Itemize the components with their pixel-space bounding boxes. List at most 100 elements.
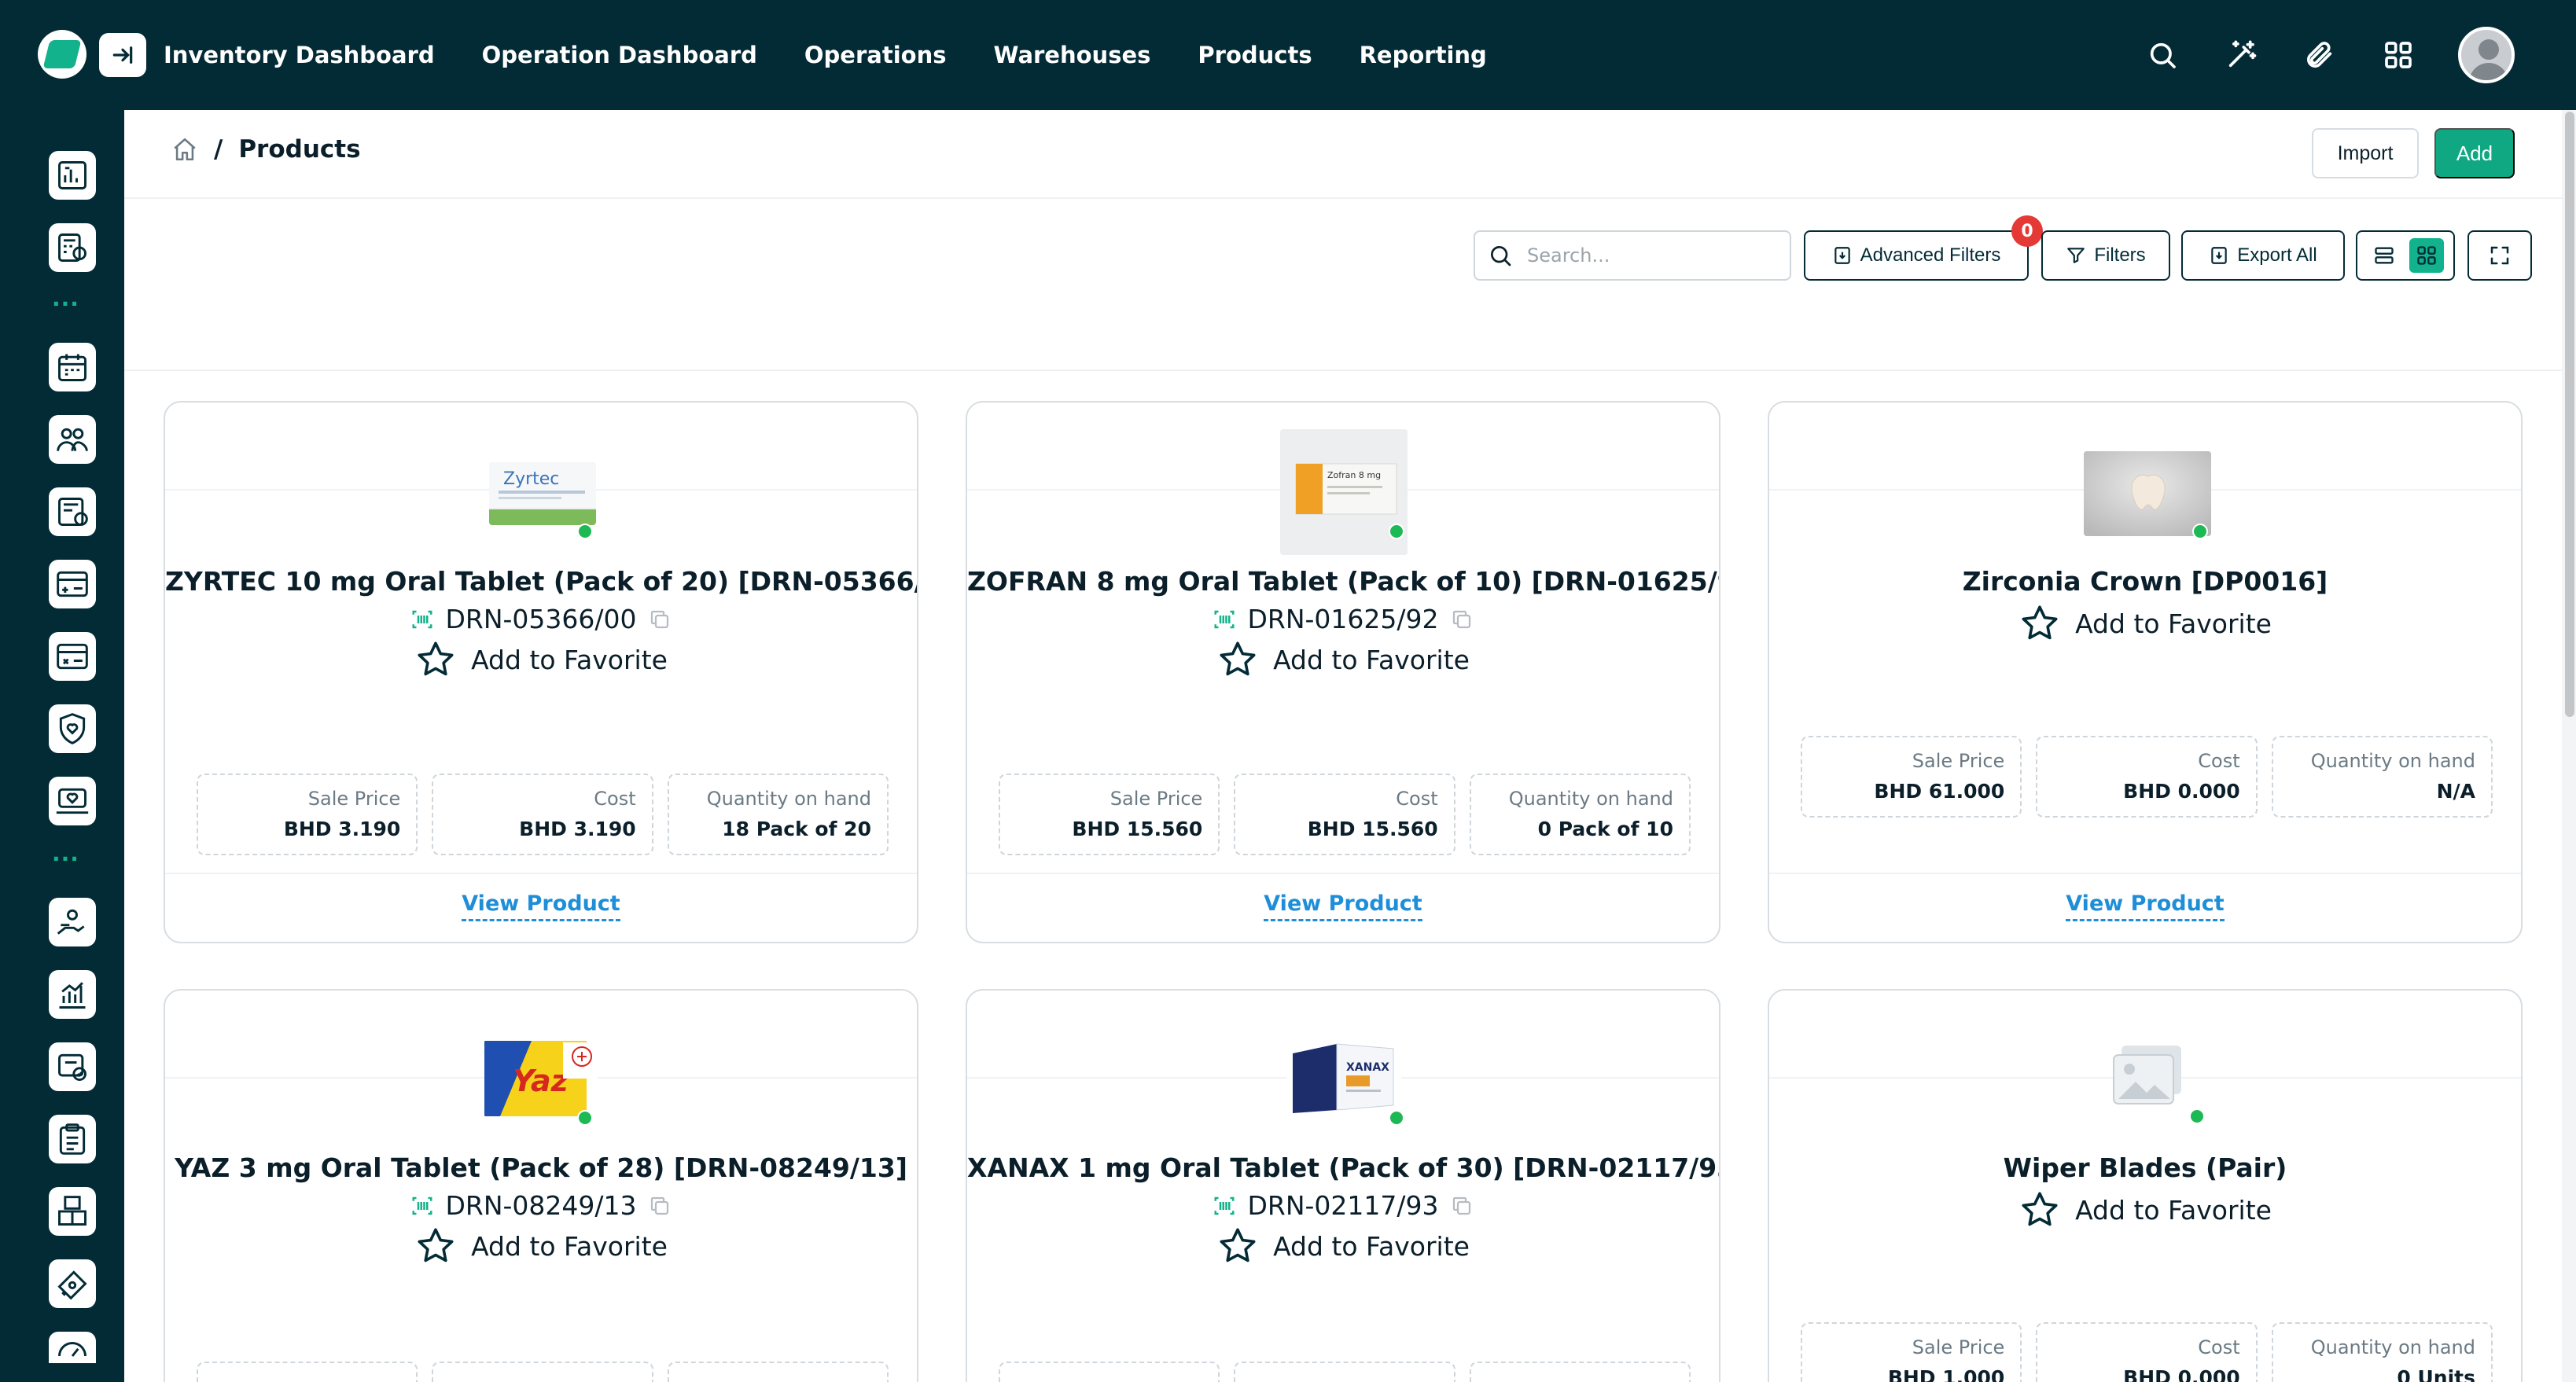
sidebar-item-health[interactable] (49, 777, 96, 825)
product-title: XANAX 1 mg Oral Tablet (Pack of 30) [DRN… (967, 1152, 1720, 1183)
nav-reporting[interactable]: Reporting (1360, 42, 1487, 68)
search-icon (1491, 246, 1511, 266)
add-to-favorite[interactable]: Add to Favorite (165, 1225, 917, 1267)
advanced-filters-button[interactable]: Advanced Filters (1804, 230, 2029, 281)
sidebar-item-card-plus[interactable] (49, 560, 96, 608)
image-placeholder-icon (2110, 1042, 2184, 1108)
sale-price-label: Sale Price (1912, 750, 2005, 772)
add-to-favorite[interactable]: Add to Favorite (967, 638, 1719, 681)
sale-price-label: Sale Price (1912, 1336, 2005, 1358)
search-input[interactable] (1527, 244, 1779, 266)
list-view-icon (2375, 247, 2394, 264)
view-product-link[interactable]: View Product (967, 891, 1719, 921)
view-product-link[interactable]: View Product (165, 891, 917, 921)
product-stats: Sale Price BHD 15.560 Cost BHD 15.560 Quan… (999, 774, 1691, 855)
sidebar-item-dashboard[interactable] (49, 151, 96, 200)
sku-text: DRN-02117/93 (1247, 1190, 1439, 1221)
sidebar-item-inventory[interactable] (49, 1187, 96, 1236)
filters-button[interactable]: Filters (2041, 230, 2170, 281)
sidebar-item-insurance[interactable] (49, 704, 96, 753)
sidebar-item-reports[interactable] (49, 970, 96, 1019)
sidebar-item-clipboard[interactable] (49, 1115, 96, 1163)
status-active-dot (2192, 524, 2208, 539)
add-to-favorite[interactable]: Add to Favorite (1769, 602, 2521, 645)
gauge-icon (58, 1342, 86, 1357)
favorite-label: Add to Favorite (471, 1230, 668, 1262)
sale-price-box (197, 1362, 418, 1382)
view-product-label: View Product (462, 891, 620, 921)
favorite-label: Add to Favorite (2075, 1194, 2272, 1226)
status-active-dot (1389, 1110, 1404, 1126)
copy-icon[interactable] (648, 608, 672, 631)
grid-view-button[interactable] (2409, 238, 2444, 273)
nav-warehouses[interactable]: Warehouses (993, 42, 1150, 68)
cost-label: Cost (2198, 750, 2240, 772)
cost-value: BHD 0.000 (2123, 780, 2240, 803)
add-button[interactable]: Add (2434, 128, 2515, 178)
copy-icon[interactable] (1450, 1194, 1474, 1218)
cost-box: Cost BHD 15.560 (1234, 774, 1455, 855)
card-settings-icon (57, 643, 88, 670)
money-icon (57, 1270, 87, 1300)
quantity-value: N/A (2436, 780, 2475, 803)
home-icon[interactable] (171, 136, 198, 163)
header-divider (124, 197, 2562, 199)
sidebar-item-orders[interactable] (49, 1042, 96, 1091)
paperclip-icon[interactable] (2301, 36, 2339, 74)
sidebar-item-calendar[interactable] (49, 343, 96, 391)
product-sku: DRN-02117/93 (967, 1190, 1719, 1221)
status-active-dot (577, 524, 593, 539)
import-button[interactable]: Import (2312, 128, 2419, 178)
quantity-value: 18 Pack of 20 (722, 818, 871, 840)
filters-label: Filters (2094, 244, 2146, 266)
copy-icon[interactable] (648, 1194, 672, 1218)
product-sku: DRN-05366/00 (165, 604, 917, 634)
add-to-favorite[interactable]: Add to Favorite (1769, 1189, 2521, 1231)
view-product-label: View Product (1264, 891, 1422, 921)
nav-inventory-dashboard[interactable]: Inventory Dashboard (164, 42, 435, 68)
star-icon (2022, 1192, 2058, 1226)
sku-text: DRN-01625/92 (1247, 604, 1439, 634)
sidebar-item-users[interactable] (49, 415, 96, 464)
export-all-label: Export All (2237, 244, 2317, 266)
export-all-button[interactable]: Export All (2181, 230, 2345, 281)
magic-wand-icon[interactable] (2222, 36, 2260, 74)
sale-price-box: Sale Price BHD 3.190 (197, 774, 418, 855)
quantity-value: 0 Units (2397, 1366, 2475, 1382)
nav-products[interactable]: Products (1198, 42, 1312, 68)
sku-text: DRN-05366/00 (445, 604, 637, 634)
user-avatar[interactable] (2458, 27, 2515, 83)
svg-text:Zyrtec: Zyrtec (503, 469, 559, 489)
product-image: XANAX (1286, 1038, 1401, 1115)
nav-operation-dashboard[interactable]: Operation Dashboard (482, 42, 757, 68)
quantity-label: Quantity on hand (1508, 788, 1673, 810)
sidebar-item-more[interactable] (49, 1332, 96, 1363)
page-scrollbar-thumb[interactable] (2565, 112, 2574, 717)
sidebar-item-calculator[interactable] (49, 223, 96, 272)
add-to-favorite[interactable]: Add to Favorite (165, 638, 917, 681)
product-title: ZOFRAN 8 mg Oral Tablet (Pack of 10) [DR… (967, 566, 1720, 597)
app-logo[interactable] (38, 30, 86, 79)
search-icon[interactable] (2144, 36, 2181, 74)
filter-count-badge: 0 (2011, 215, 2043, 247)
nav-operations[interactable]: Operations (804, 42, 947, 68)
sidebar-item-card-settings[interactable] (49, 632, 96, 681)
sidebar-item-billing[interactable] (49, 487, 96, 536)
product-stats: Sale Price BHD 3.190 Cost BHD 3.190 Quanti… (197, 774, 889, 855)
copy-icon[interactable] (1450, 608, 1474, 631)
sidebar-toggle-button[interactable] (99, 33, 146, 77)
sidebar-item-payments[interactable] (49, 1259, 96, 1308)
apps-grid-icon[interactable] (2379, 36, 2417, 74)
view-product-link[interactable]: View Product (1769, 891, 2521, 921)
sale-price-value: BHD 15.560 (1072, 818, 1203, 840)
fullscreen-button[interactable] (2467, 230, 2532, 281)
laptop-heart-icon (56, 788, 89, 814)
add-to-favorite[interactable]: Add to Favorite (967, 1225, 1719, 1267)
product-image: Zyrtec (489, 462, 596, 525)
top-actions (2144, 27, 2515, 83)
sidebar-item-care[interactable] (49, 898, 96, 946)
cost-label: Cost (1396, 788, 1438, 810)
product-image (2084, 451, 2211, 536)
list-view-button[interactable] (2367, 238, 2401, 273)
search-box (1474, 230, 1791, 281)
